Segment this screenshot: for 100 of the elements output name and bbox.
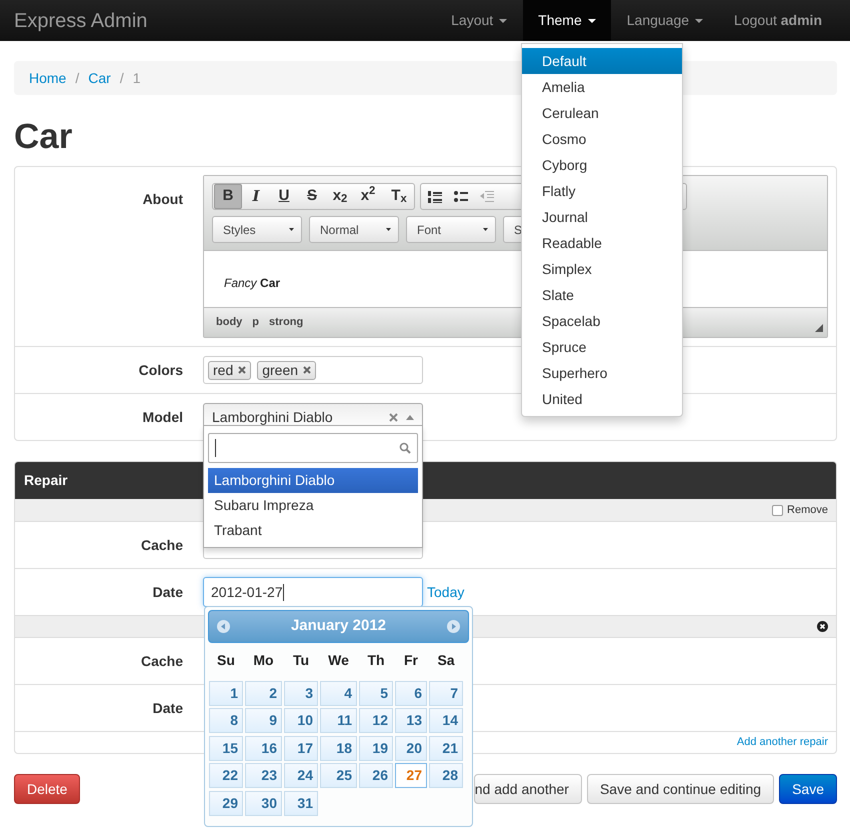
calendar-day[interactable]: 30 (245, 790, 282, 816)
clear-icon (389, 413, 398, 422)
calendar-day[interactable]: 9 (245, 708, 282, 733)
select-option[interactable]: Trabant (208, 518, 418, 543)
page-title: Car (14, 117, 72, 157)
next-icon[interactable] (446, 620, 460, 633)
menu-item[interactable]: Slate (522, 282, 682, 308)
nav-link[interactable]: Layout (436, 0, 522, 41)
save-button[interactable]: nd add another (474, 774, 582, 804)
calendar-day[interactable]: 14 (429, 708, 463, 733)
calendar-day[interactable]: 22 (209, 763, 243, 788)
calendar-day[interactable]: 27 (395, 763, 427, 788)
element-path-link[interactable]: p (252, 314, 260, 331)
outdent-icon (480, 190, 494, 204)
toolbar-button[interactable]: I (242, 184, 270, 209)
menu-item[interactable]: Spruce (522, 334, 682, 360)
calendar-day[interactable]: 29 (209, 790, 243, 816)
calendar-day[interactable]: 7 (429, 680, 463, 706)
calendar-day[interactable]: 23 (245, 763, 282, 788)
add-repair-link[interactable]: Add another repair (736, 734, 828, 751)
calendar-day[interactable]: 1 (209, 680, 243, 706)
menu-item[interactable]: Journal (522, 204, 682, 230)
menu-item[interactable]: Superhero (522, 360, 682, 386)
save-button[interactable]: Save (779, 774, 837, 804)
field-label: Model (142, 408, 183, 424)
previous-icon[interactable] (217, 620, 230, 633)
toolbar-button[interactable]: x$_{2}$ (326, 184, 354, 209)
calendar-day[interactable]: 19 (359, 736, 393, 760)
tags-field[interactable]: red green (203, 356, 423, 384)
editor-text: Fancy Car (224, 275, 282, 292)
nav-link[interactable]: Language (612, 0, 718, 41)
menu-item[interactable]: United (522, 386, 682, 412)
calendar-day[interactable]: 24 (284, 763, 318, 788)
weekday-label: We (327, 650, 350, 670)
menu-item[interactable]: Cyborg (522, 152, 682, 178)
breadcrumb-separator: / (75, 68, 80, 88)
today-link[interactable]: Today (427, 582, 464, 602)
select-option[interactable]: Lamborghini Diablo (208, 468, 418, 493)
menu-item[interactable]: Amelia (522, 74, 682, 100)
weekday-label: Su (216, 650, 236, 670)
menu-item[interactable]: Default (522, 48, 682, 74)
calendar-day[interactable]: 10 (284, 708, 318, 733)
menu-item[interactable]: Simplex (522, 256, 682, 282)
calendar-day[interactable]: 8 (209, 708, 243, 733)
calendar-day[interactable]: 15 (209, 736, 243, 760)
weekday-label: Fr (403, 650, 419, 670)
nav-link[interactable]: Logout admin (719, 0, 837, 41)
field-label: Cache (140, 652, 183, 668)
calendar-day[interactable]: 4 (320, 680, 357, 706)
calendar-day[interactable]: 16 (245, 736, 282, 760)
calendar-day[interactable]: 21 (429, 736, 463, 760)
panel-title: Repair (24, 471, 68, 490)
calendar-day[interactable]: 17 (284, 736, 318, 760)
toolbar-button[interactable]: B (214, 184, 242, 209)
element-path-link[interactable]: body (216, 314, 242, 331)
search-icon (399, 442, 411, 454)
month-title: January 2012 (290, 616, 386, 636)
format-dropdown[interactable]: Normal (309, 216, 399, 243)
checkbox[interactable] (772, 504, 784, 516)
caret-icon (289, 228, 294, 231)
calendar-day[interactable]: 3 (284, 680, 318, 706)
select-option[interactable]: Subaru Impreza (208, 493, 418, 518)
calendar-day[interactable]: 20 (395, 736, 427, 760)
menu-item[interactable]: Flatly (522, 178, 682, 204)
save-button[interactable]: Save and continue editing (586, 774, 774, 804)
tag-chip: green (257, 360, 316, 380)
menu-item[interactable]: Cosmo (522, 126, 682, 152)
toolbar-button[interactable]: T$_{x}$ (385, 184, 413, 209)
calendar-day[interactable]: 31 (284, 790, 318, 816)
calendar-day[interactable]: 5 (359, 680, 393, 706)
calendar-day[interactable]: 28 (429, 763, 463, 788)
caret-icon (386, 228, 391, 231)
numbered-list-icon (428, 190, 442, 204)
toolbar-button[interactable]: S (298, 184, 326, 209)
calendar-day[interactable]: 11 (320, 708, 357, 733)
nav-link[interactable]: Theme (523, 0, 611, 41)
toolbar-button[interactable]: x$^{2}$ (354, 184, 382, 209)
calendar-day[interactable]: 13 (395, 708, 427, 733)
search-field[interactable] (208, 433, 418, 463)
delete-button[interactable]: Delete (14, 774, 80, 804)
format-dropdown[interactable]: Styles (212, 216, 302, 243)
brand-title[interactable]: Express Admin (14, 6, 148, 36)
date-field[interactable]: 2012-01-27 (203, 577, 423, 607)
format-dropdown[interactable]: Font (406, 216, 496, 243)
calendar-day[interactable]: 6 (395, 680, 427, 706)
menu-item[interactable]: Spacelab (522, 308, 682, 334)
breadcrumb-link[interactable]: Car (88, 68, 111, 88)
element-path-link[interactable]: strong (269, 314, 304, 331)
caret-icon (406, 415, 414, 420)
calendar-day[interactable]: 2 (245, 680, 282, 706)
caret-icon (483, 228, 488, 231)
weekday-label: Tu (292, 650, 310, 670)
calendar-day[interactable]: 26 (359, 763, 393, 788)
calendar-day[interactable]: 12 (359, 708, 393, 733)
breadcrumb-link[interactable]: Home (29, 68, 66, 88)
menu-item[interactable]: Cerulean (522, 100, 682, 126)
calendar-day[interactable]: 25 (320, 763, 357, 788)
toolbar-button[interactable]: U (270, 184, 298, 209)
calendar-day[interactable]: 18 (320, 736, 357, 760)
field-label: Date (152, 700, 183, 716)
